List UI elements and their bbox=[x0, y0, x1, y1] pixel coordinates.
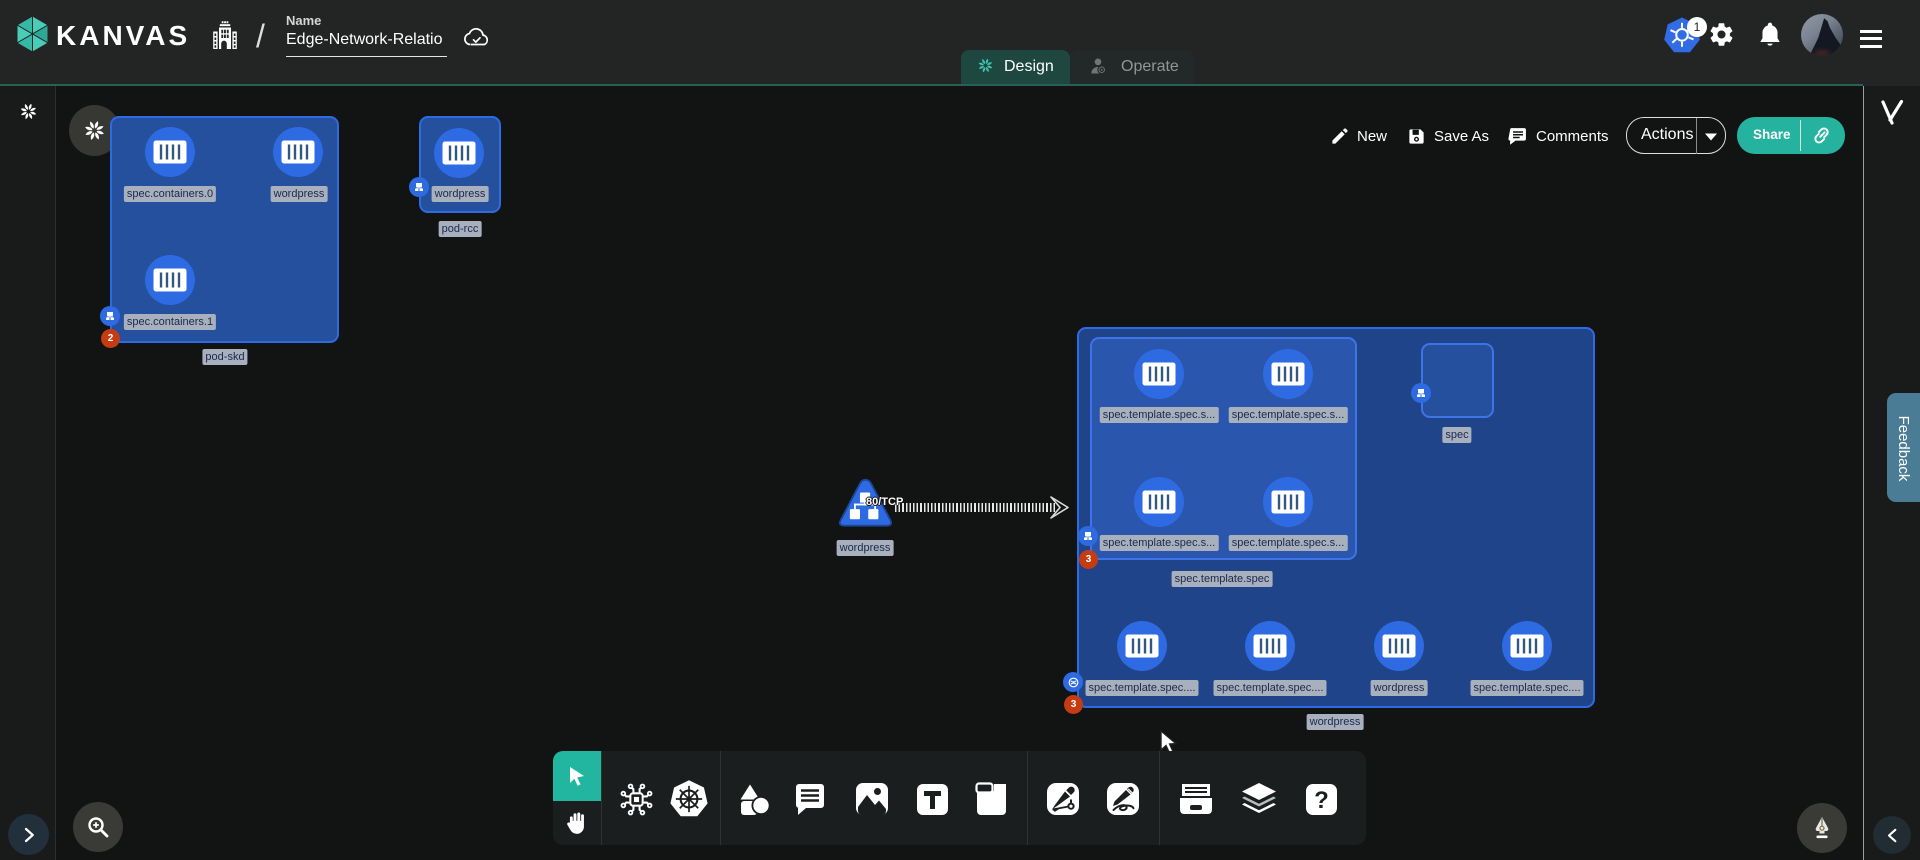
svg-text:?: ? bbox=[1314, 787, 1329, 814]
